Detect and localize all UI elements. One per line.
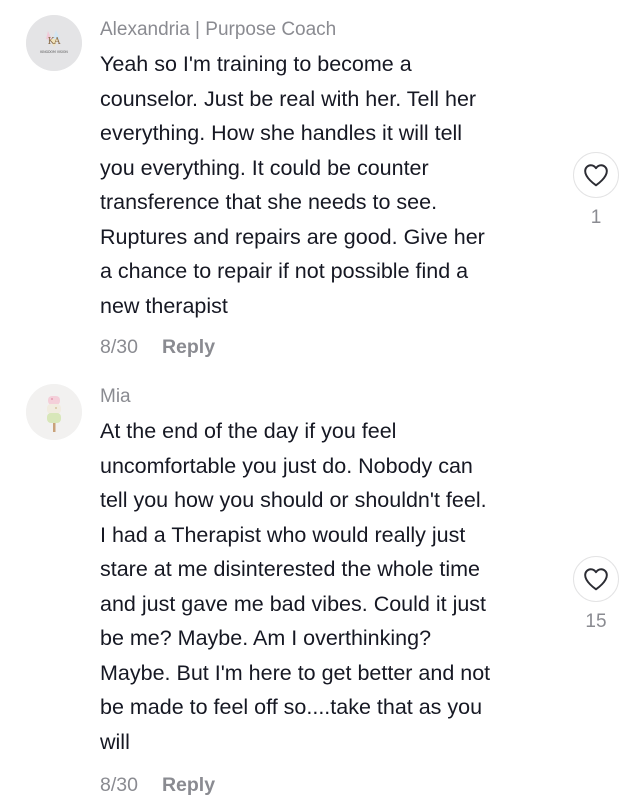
avatar[interactable] (26, 384, 82, 440)
avatar-logo-text: KINGDOM VISION (40, 50, 68, 54)
comment-date: 8/30 (100, 774, 138, 796)
comment-username[interactable]: Alexandria | Purpose Coach (100, 19, 336, 41)
comment-text-line: be me? Maybe. Am I overthinking? (100, 626, 432, 650)
kingdom-vision-logo: KA KINGDOM VISION (26, 15, 82, 71)
comment-text-line: counselor. Just be real with her. Tell h… (100, 86, 477, 111)
comment-text-line: Ruptures and repairs are good. Give her (100, 224, 485, 249)
comment-text: Yeah so I'm training to become a counsel… (100, 47, 565, 323)
heart-outline-icon (584, 568, 608, 591)
reply-button[interactable]: Reply (162, 774, 215, 796)
svg-text:KA: KA (48, 37, 61, 47)
comment-text-line: you everything. It could be counter (100, 155, 429, 180)
comment-meta: 8/30 Reply (100, 774, 215, 797)
comment-meta: 8/30 Reply (100, 336, 215, 359)
like-control: 15 (570, 556, 622, 633)
heart-outline-icon (584, 164, 608, 187)
comment-username[interactable]: Mia (100, 386, 131, 408)
comment-text-line: Maybe. But I'm here to get better and no… (100, 660, 491, 685)
comment-text: At the end of the day if you feel uncomf… (100, 414, 565, 759)
comment-text-line: be made to feel off so....take that as y… (100, 695, 483, 719)
like-count: 1 (590, 207, 602, 228)
like-control: 1 (570, 152, 622, 229)
comment-text-line: Yeah so I'm training to become a (100, 52, 412, 76)
comment-text-line: At the end of the day if you feel (100, 419, 397, 443)
comment-text-line: uncomfortable you just do. Nobody can (100, 453, 473, 478)
like-button[interactable] (573, 556, 619, 602)
comment-text-line: and just gave me bad vibes. Could it jus… (100, 591, 487, 616)
reply-button[interactable]: Reply (162, 336, 215, 358)
comment-text-line: will (100, 729, 130, 754)
avatar[interactable]: KA KINGDOM VISION (26, 15, 82, 71)
comment-text-line: tell you how you should or shouldn't fee… (100, 488, 487, 512)
comment-text-line: I had a Therapist who would really just (100, 522, 466, 547)
comment-text-line: transference that she needs to see. (100, 190, 438, 214)
comment-text-line: everything. How she handles it will tell (100, 121, 463, 145)
comment-text-line: stare at me disinterested the whole time (100, 557, 481, 581)
comment-text-line: new therapist (100, 293, 228, 318)
ice-cream-icon (26, 384, 82, 440)
like-button[interactable] (573, 152, 619, 198)
like-count: 15 (585, 611, 607, 632)
comment-text-line: a chance to repair if not possible find … (100, 259, 469, 283)
comment-date: 8/30 (100, 336, 138, 358)
